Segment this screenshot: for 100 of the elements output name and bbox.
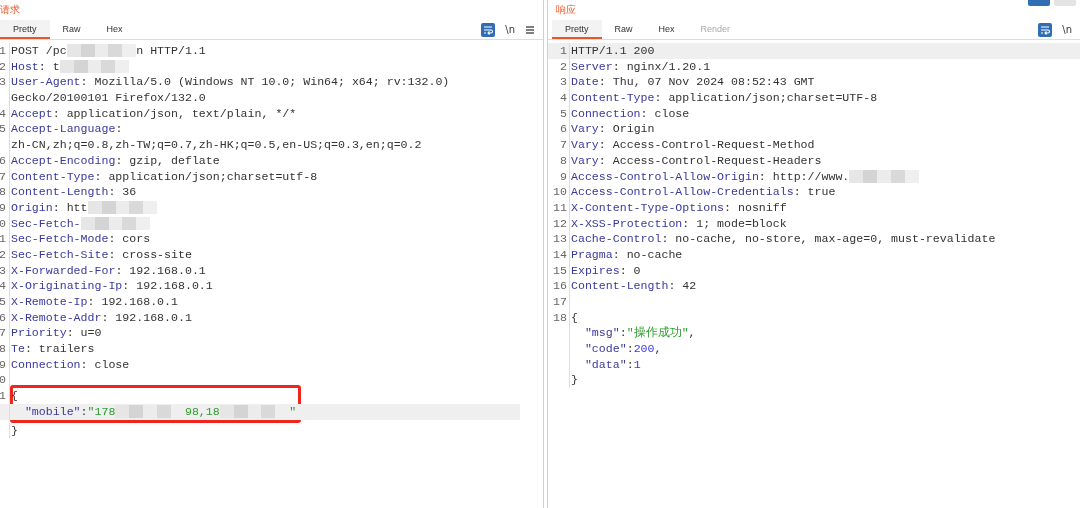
code-text: : 192.168.0.1 — [101, 309, 192, 326]
code-string: 98,18 — [184, 403, 220, 420]
line-number: 16 — [548, 278, 570, 294]
line-number: 18 — [548, 309, 570, 326]
code-key: Server — [571, 58, 613, 75]
code-key: Cache-Control — [571, 231, 662, 247]
tab[interactable]: Pretty — [0, 20, 50, 39]
tab[interactable]: Raw — [601, 20, 646, 39]
code-text: : — [619, 325, 627, 342]
code-key: Expires — [571, 262, 620, 279]
code-string: " — [289, 403, 297, 420]
code-key: Content-Type — [11, 168, 95, 185]
code-text: : 1; mode=block — [682, 215, 787, 232]
code-text: : gzip, deflate — [115, 152, 220, 169]
code-key: Accept — [11, 105, 53, 122]
redaction-mosaic — [87, 201, 158, 215]
code-text: POST /pc — [11, 43, 67, 59]
layout-toggle[interactable] — [1054, 0, 1076, 6]
line-number: 3 — [0, 74, 10, 91]
line-number: 3 — [0, 262, 10, 279]
code-text: : nginx/1.20.1 — [612, 58, 711, 75]
newline-toggle[interactable]: \n — [505, 24, 515, 35]
line-number: 1 — [0, 43, 10, 59]
layout-toggle[interactable] — [1028, 0, 1050, 6]
code-text: : close — [640, 105, 690, 122]
tab[interactable]: Hex — [645, 20, 688, 39]
code-text: : t — [38, 58, 60, 75]
line-number: 14 — [548, 246, 570, 263]
line-number: 11 — [548, 199, 570, 216]
line-number: 5 — [0, 294, 10, 310]
code-text: { — [11, 388, 18, 404]
line-number: 1 — [548, 43, 570, 59]
line-number: 7 — [0, 168, 10, 185]
code-text: } — [571, 372, 578, 389]
line-number: 6 — [548, 121, 570, 138]
code-key: "data" — [584, 356, 627, 373]
code-text: : application/json;charset=UTF-8 — [654, 90, 878, 106]
line-number: 5 — [0, 121, 10, 138]
code-text: : — [626, 356, 634, 373]
line-number: 17 — [548, 294, 570, 310]
word-wrap-icon[interactable] — [1038, 22, 1053, 37]
code-key: Sec-Fetch-Site — [11, 246, 109, 263]
tab[interactable]: Raw — [49, 20, 94, 39]
code-text: Gecko/20100101 Firefox/132.0 — [11, 90, 206, 106]
line-number: 10 — [548, 184, 570, 200]
code-text: : Mozilla/5.0 (Windows NT 10.0; Win64; x64; rv:132.0) — [80, 74, 450, 91]
line-number: 7 — [548, 137, 570, 153]
code-text: : 192.168.0.1 — [87, 294, 178, 310]
code-key: X-XSS-Protection — [571, 215, 683, 232]
code-key: "mobile" — [24, 403, 81, 420]
code-text: : nosniff — [724, 199, 787, 216]
line-number: 0 — [0, 372, 10, 389]
code-text: : Access-Control-Request-Method — [598, 137, 815, 153]
code-text: : 192.168.0.1 — [115, 262, 206, 279]
newline-toggle[interactable]: \n — [1062, 24, 1072, 35]
panel-title: 请求 — [0, 3, 20, 17]
line-number: 4 — [0, 105, 10, 122]
code-key: Sec-Fetch- — [11, 215, 81, 232]
code-text: : htt — [52, 199, 88, 216]
code-key: Accept-Encoding — [11, 152, 116, 169]
line-number: 2 — [548, 58, 570, 75]
line-number: 8 — [0, 184, 10, 200]
code-key: X-Content-Type-Options — [571, 199, 725, 216]
code-key: Content-Type — [571, 90, 655, 106]
word-wrap-icon[interactable] — [481, 22, 496, 37]
redaction-mosaic — [849, 169, 919, 183]
code-text: HTTP/1.1 200 — [571, 43, 655, 59]
code-text: : — [626, 341, 634, 357]
code-key: X-Remote-Ip — [11, 294, 88, 310]
code-key: X-Forwarded-For — [11, 262, 116, 279]
code-text: : no-cache — [612, 246, 683, 263]
redaction-mosaic — [59, 60, 130, 74]
code-key: Content-Length — [11, 184, 109, 200]
code-key: Host — [11, 58, 39, 75]
code-text: zh-CN,zh;q=0.8,zh-TW;q=0.7,zh-HK;q=0.5,en-US;q=0.3,en;q=0.2 — [11, 137, 422, 153]
line-number: 7 — [0, 325, 10, 342]
line-number: 9 — [0, 356, 10, 373]
menu-icon[interactable] — [525, 24, 535, 35]
code-key: "msg" — [584, 325, 620, 342]
code-text: , — [688, 325, 696, 342]
line-number: 4 — [0, 278, 10, 294]
code-text: : 42 — [668, 278, 697, 294]
code-key: Pragma — [571, 246, 613, 263]
tab[interactable]: Pretty — [552, 20, 602, 39]
code-text: : trailers — [24, 341, 95, 357]
line-number: 0 — [0, 215, 10, 232]
code-text: : 36 — [108, 184, 137, 200]
tab[interactable]: Hex — [93, 20, 136, 39]
code-text: : cors — [108, 231, 151, 247]
code-key: Te — [11, 341, 25, 357]
code-text: : Access-Control-Request-Headers — [598, 152, 822, 169]
code-text: : true — [793, 184, 836, 200]
line-number: 5 — [548, 105, 570, 122]
panel-title: 响应 — [555, 3, 576, 17]
code-text: : application/json, text/plain, */* — [52, 105, 297, 122]
line-number: 6 — [0, 309, 10, 326]
line-number: 15 — [548, 262, 570, 279]
code-key: Date — [571, 74, 599, 91]
code-text: } — [11, 422, 18, 439]
redaction-mosaic — [66, 44, 137, 58]
